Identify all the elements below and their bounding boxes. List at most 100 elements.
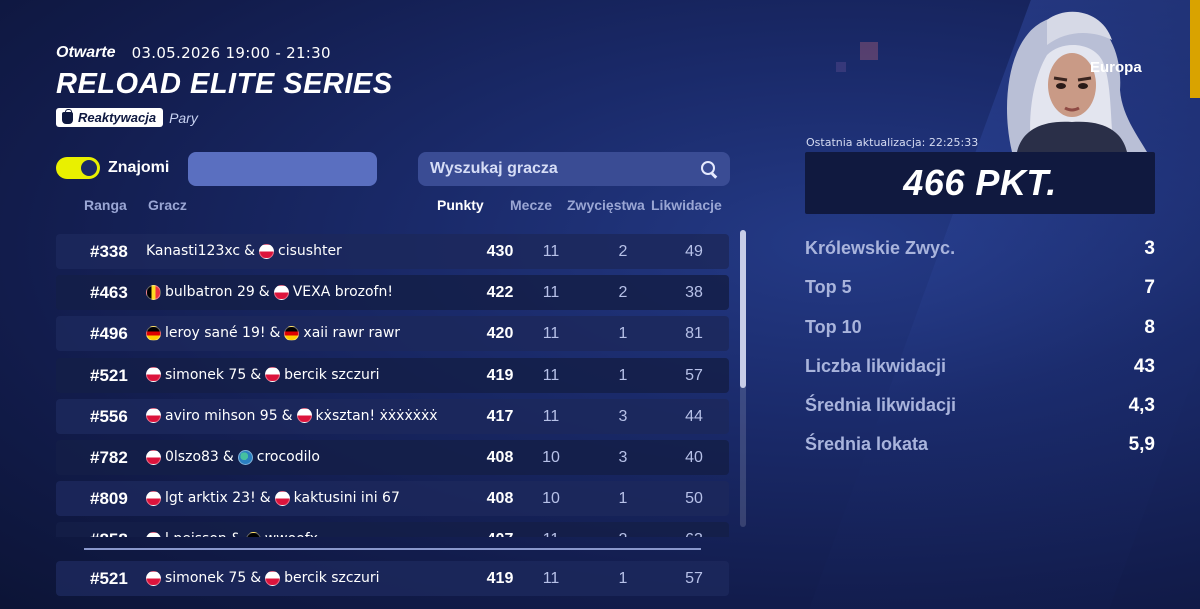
points-cell: 419 [486,366,514,384]
pl-flag-icon [146,408,161,424]
event-status-line: Otwarte 03.05.2026 19:00 - 21:30 [56,44,331,62]
player-two-name: xaii rawr rawr [303,325,401,342]
team-cell: leroy sané 19! & xaii rawr rawr [146,325,400,341]
event-time: 03.05.2026 19:00 - 21:30 [131,44,331,62]
stat-label: Top 5 [805,277,852,298]
rank-cell: #521 [90,365,128,385]
column-kills: Likwidacje [651,197,722,213]
stat-row: Liczba likwidacji 43 [805,356,1155,395]
matches-cell: 11 [534,531,568,537]
leaderboard-list[interactable]: #338 Kanasti123xc & cisushter 430 11 2 49 #463 bu… [56,234,729,537]
stat-label: Średnia likwidacji [805,395,957,416]
table-row[interactable]: #782 0lszo83 & crocodilo 408 10 3 40 [56,440,729,475]
team-cell: Kanasti123xc & cisushter [146,243,342,259]
scrollbar-thumb[interactable] [740,230,746,388]
team-cell: aviro mihson 95 & kẋsztan! ẋẋẋẋẋẋẋ [146,408,438,424]
pl-flag-icon [146,367,161,383]
stat-row: Średnia lokata 5,9 [805,434,1155,473]
stat-value: 7 [1144,277,1155,299]
player-two-name: VEXA brozofn! [292,284,393,301]
leaderboard-scrollbar[interactable] [740,230,746,527]
stat-value: 4,3 [1128,395,1155,417]
wins-cell: 1 [618,490,628,508]
column-matches: Mecze [510,197,553,213]
matches-cell: 11 [542,366,560,384]
stat-row: Średnia likwidacji 4,3 [805,395,1155,434]
my-team-row[interactable]: #521 simonek 75 & bercik szczuri 419 11 1 57 [56,561,729,596]
player-avatar [972,0,1152,152]
kills-cell: 40 [685,449,703,466]
team-cell: 0lszo83 & crocodilo [146,449,320,465]
player-two-name: kẋsztan! ẋẋẋẋẋẋẋ [315,407,438,424]
globe-flag-icon [237,449,253,465]
player-two-name: cisushter [278,243,342,259]
rank-cell: #782 [90,448,128,467]
event-title: RELOAD ELITE SERIES [56,68,393,100]
pl-flag-icon [265,570,281,586]
team-separator: & [281,407,293,424]
kills-cell: 63 [676,531,712,537]
rank-cell: #809 [90,489,128,509]
team-separator: & [269,325,281,342]
wins-cell: 1 [618,325,628,343]
team-separator: & [250,570,262,586]
friends-toggle[interactable] [56,157,100,179]
pl-flag-icon [146,449,161,465]
search-icon[interactable] [700,160,718,178]
pinned-divider [84,548,701,550]
team-separator: & [231,531,242,537]
table-row[interactable]: #858 l.peisson& wwoofx 407 11 2 63 [56,522,729,537]
team-cell: simonek 75 & bercik szczuri [146,570,379,586]
pl-flag-icon [296,408,312,424]
rank-cell: #463 [90,283,128,303]
toggle-knob [81,160,97,176]
bag-icon [62,108,73,124]
kills-cell: 81 [685,325,703,343]
pl-flag-icon [146,570,161,586]
player-one-name: Kanasti123xc [146,243,241,259]
matches-cell: 10 [542,449,560,466]
de-flag-icon [146,325,161,341]
wins-cell: 1 [618,366,628,384]
background-decoration [836,62,846,72]
background-decoration [860,42,878,60]
team-type: Pary [169,109,198,126]
player-two-name: wwoofx [265,531,318,537]
player-one-name: aviro mihson 95 [165,407,278,424]
stat-row: Królewskie Zwyc. 3 [805,238,1155,277]
player-one-name: leroy sané 19! [165,325,266,342]
matches-cell: 11 [542,570,560,587]
table-row[interactable]: #521 simonek 75 & bercik szczuri 419 11 1 57 [56,357,729,393]
wins-cell: 2 [618,243,628,260]
event-tags: Reaktywacja Pary [56,108,198,127]
table-row[interactable]: #463 bulbatron 29 & VEXA brozofn! 422 11 2 38 [56,275,729,311]
stat-value: 3 [1144,238,1155,259]
friends-label: Znajomi [108,159,170,176]
table-row[interactable]: #556 aviro mihson 95 & kẋsztan! ẋẋẋẋẋẋẋ 417 1… [56,398,729,434]
rank-cell: #521 [90,569,128,588]
search-input[interactable]: Wyszukaj gracza [418,152,730,186]
table-row[interactable]: #338 Kanasti123xc & cisushter 430 11 2 49 [56,234,729,269]
stat-label: Liczba likwidacji [805,355,947,376]
points-cell: 422 [486,284,514,302]
column-wins: Zwycięstwa [567,197,645,213]
player-one-name: 0lszo83 [165,449,219,465]
team-separator: & [222,449,234,465]
friends-filter[interactable]: Znajomi [56,157,169,179]
team-separator: & [259,490,271,507]
kills-cell: 44 [685,407,703,425]
table-row[interactable]: #809 lgt arktix 23! & kaktusini ini 67 408 10… [56,481,729,517]
team-separator: & [258,284,270,301]
points-cell: 419 [486,570,514,587]
player-one-name: bulbatron 29 [165,284,255,301]
matches-cell: 11 [542,325,560,343]
points-cell: 430 [486,243,514,260]
total-points-box: 466 PKT. [805,152,1155,214]
kills-cell: 57 [685,366,703,384]
column-player: Gracz [148,197,187,213]
player-two-name: bercik szczuri [284,366,380,383]
filter-dropdown[interactable] [188,152,377,186]
kills-cell: 38 [685,284,703,302]
table-row[interactable]: #496 leroy sané 19! & xaii rawr rawr 420 11 1 8… [56,316,729,352]
rank-cell: #338 [90,242,128,261]
